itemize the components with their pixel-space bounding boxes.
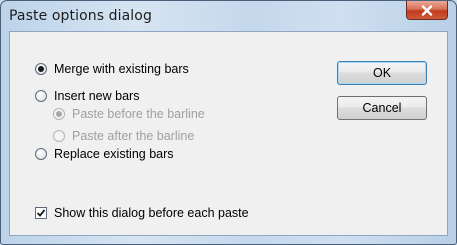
ok-button[interactable]: OK (337, 61, 427, 85)
merge-radio[interactable] (35, 63, 47, 75)
show-dialog-option[interactable]: Show this dialog before each paste (35, 206, 249, 220)
replace-radio[interactable] (35, 148, 47, 160)
close-button[interactable] (406, 1, 448, 20)
insert-option[interactable]: Insert new bars (35, 89, 139, 103)
title-bar[interactable]: Paste options dialog (1, 1, 456, 31)
window-title: Paste options dialog (9, 8, 152, 24)
show-dialog-label: Show this dialog before each paste (54, 206, 249, 220)
insert-label: Insert new bars (54, 89, 140, 103)
paste-before-radio[interactable] (53, 108, 65, 120)
show-dialog-checkbox[interactable] (35, 207, 47, 219)
paste-after-radio[interactable] (53, 130, 65, 142)
dialog-body: Merge with existing bars Insert new bars… (9, 31, 448, 236)
close-icon (421, 4, 433, 16)
cancel-button[interactable]: Cancel (337, 96, 427, 120)
checkmark-icon (36, 209, 46, 217)
insert-radio[interactable] (35, 90, 47, 102)
merge-label: Merge with existing bars (54, 62, 189, 76)
paste-before-label: Paste before the barline (72, 107, 205, 121)
merge-option[interactable]: Merge with existing bars (35, 62, 189, 76)
paste-after-option[interactable]: Paste after the barline (53, 129, 194, 143)
dialog-window: Paste options dialog Merge with existing… (0, 0, 457, 245)
replace-label: Replace existing bars (54, 147, 174, 161)
paste-before-option[interactable]: Paste before the barline (53, 107, 205, 121)
replace-option[interactable]: Replace existing bars (35, 147, 174, 161)
paste-after-label: Paste after the barline (72, 129, 195, 143)
